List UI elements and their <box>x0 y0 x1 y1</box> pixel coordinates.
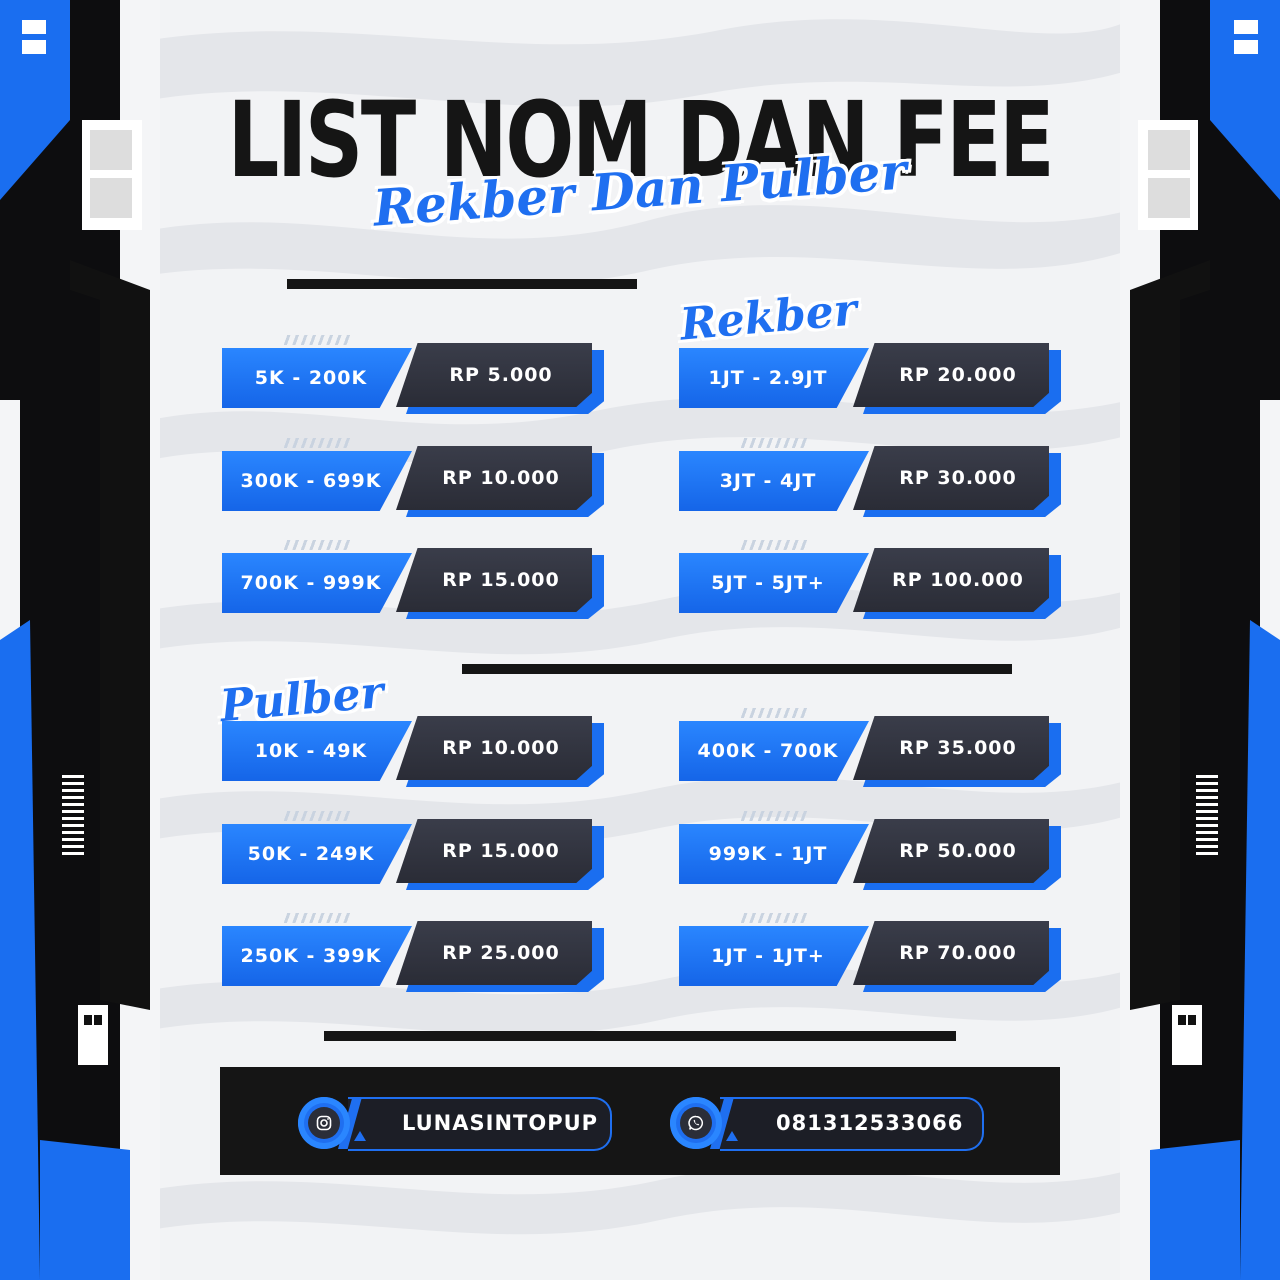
hatch-decoration <box>282 811 352 821</box>
contact-footer: LUNASINTOPUP 081312533066 <box>220 1067 1060 1175</box>
whatsapp-number: 081312533066 <box>776 1111 964 1135</box>
whatsapp-contact[interactable]: 081312533066 <box>670 1097 984 1151</box>
hatch-decoration <box>739 708 809 718</box>
rekber-row: 1JT - 2.9JT RP 20.000 <box>679 343 1061 414</box>
fee-value: RP 20.000 <box>853 343 1049 407</box>
fee-value: RP 70.000 <box>853 921 1049 985</box>
left-frame-decoration <box>0 0 160 1280</box>
right-frame-decoration <box>1120 0 1280 1280</box>
triangle-decoration <box>726 1131 738 1141</box>
hatch-decoration <box>739 913 809 923</box>
range-label: 5K - 200K <box>222 348 412 408</box>
fee-value: RP 30.000 <box>853 446 1049 510</box>
icon-circle <box>670 1097 722 1149</box>
hatch-decoration <box>282 913 352 923</box>
pulber-row: 1JT - 1JT+ RP 70.000 <box>679 913 1061 992</box>
range-label: 400K - 700K <box>679 721 869 781</box>
divider-top <box>287 279 637 289</box>
hatch-decoration <box>739 540 809 550</box>
range-label: 5JT - 5JT+ <box>679 553 869 613</box>
rekber-row: 300K - 699K RP 10.000 <box>222 438 604 517</box>
hatch-decoration <box>282 540 352 550</box>
fee-value: RP 10.000 <box>396 716 592 780</box>
range-label: 250K - 399K <box>222 926 412 986</box>
instagram-handle: LUNASINTOPUP <box>402 1111 599 1135</box>
hatch-decoration <box>739 811 809 821</box>
fee-value: RP 50.000 <box>853 819 1049 883</box>
range-label: 10K - 49K <box>222 721 412 781</box>
hatch-decoration <box>282 438 352 448</box>
fee-value: RP 25.000 <box>396 921 592 985</box>
rekber-row: 3JT - 4JT RP 30.000 <box>679 438 1061 517</box>
range-label: 700K - 999K <box>222 553 412 613</box>
divider-bottom <box>324 1031 956 1041</box>
range-label: 1JT - 1JT+ <box>679 926 869 986</box>
whatsapp-icon <box>680 1107 712 1139</box>
range-label: 3JT - 4JT <box>679 451 869 511</box>
pulber-row: 50K - 249K RP 15.000 <box>222 811 604 890</box>
hatch-decoration <box>739 438 809 448</box>
pulber-row: 400K - 700K RP 35.000 <box>679 708 1061 787</box>
fee-value: RP 5.000 <box>396 343 592 407</box>
fee-value: RP 100.000 <box>853 548 1049 612</box>
instagram-icon <box>308 1107 340 1139</box>
fee-value: RP 35.000 <box>853 716 1049 780</box>
range-label: 1JT - 2.9JT <box>679 348 869 408</box>
fee-value: RP 10.000 <box>396 446 592 510</box>
pulber-row: 999K - 1JT RP 50.000 <box>679 811 1061 890</box>
instagram-contact[interactable]: LUNASINTOPUP <box>298 1097 612 1151</box>
rekber-row: 700K - 999K RP 15.000 <box>222 540 604 619</box>
poster: LIST NOM DAN FEE Rekber Dan Pulber Rekbe… <box>0 0 1280 1280</box>
range-label: 50K - 249K <box>222 824 412 884</box>
icon-circle <box>298 1097 350 1149</box>
hatch-decoration <box>282 335 352 345</box>
fee-value: RP 15.000 <box>396 819 592 883</box>
fee-value: RP 15.000 <box>396 548 592 612</box>
rekber-row: 5JT - 5JT+ RP 100.000 <box>679 540 1061 619</box>
pulber-row: 250K - 399K RP 25.000 <box>222 913 604 992</box>
divider-middle <box>462 664 1012 674</box>
triangle-decoration <box>354 1131 366 1141</box>
range-label: 999K - 1JT <box>679 824 869 884</box>
rekber-row: 5K - 200K RP 5.000 <box>222 335 604 414</box>
pulber-row: 10K - 49K RP 10.000 <box>222 716 604 787</box>
range-label: 300K - 699K <box>222 451 412 511</box>
